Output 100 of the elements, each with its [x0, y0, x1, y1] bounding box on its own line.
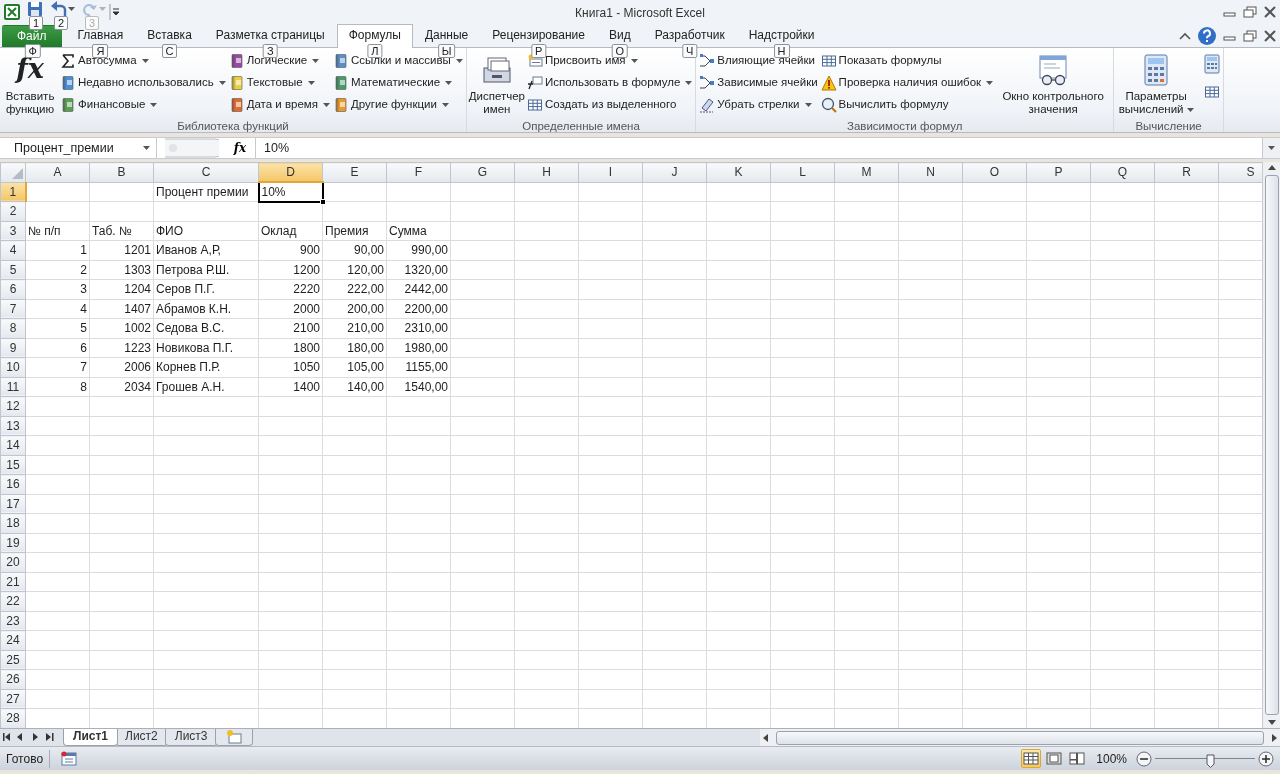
sheet-cell[interactable]: 2200,00: [386, 299, 451, 319]
ribbon-button[interactable]: Показать формулы: [819, 50, 995, 72]
dropdown-button[interactable]: Проверка наличия ошибок: [819, 72, 995, 94]
column-header[interactable]: C: [153, 162, 259, 182]
column-header[interactable]: O: [962, 162, 1027, 182]
ribbon-button[interactable]: Вычислить формулу: [819, 94, 995, 116]
sheet-cell[interactable]: 210,00: [322, 318, 387, 338]
sheet-cell[interactable]: 2100: [258, 318, 323, 338]
dropdown-button[interactable]: Убрать стрелки: [698, 94, 819, 116]
sheet-cell[interactable]: Корнев П.Р.: [153, 357, 259, 377]
scrollbar-thumb[interactable]: [776, 730, 1264, 745]
sheet-cell[interactable]: 6: [25, 338, 90, 358]
restore-icon[interactable]: [1243, 6, 1257, 18]
sheet-tab[interactable]: Лист3: [164, 729, 218, 746]
sheet-cell[interactable]: 140,00: [322, 377, 387, 397]
sheet-cell[interactable]: 3: [25, 279, 90, 299]
ribbon-tab[interactable]: Рецензирование: [480, 24, 597, 47]
sheet-cell[interactable]: 1303: [89, 260, 154, 280]
column-header[interactable]: B: [89, 162, 154, 182]
collapse-ribbon-icon[interactable]: [1179, 30, 1191, 41]
sheet-cell[interactable]: 7: [25, 357, 90, 377]
column-header[interactable]: R: [1154, 162, 1219, 182]
ribbon-tab[interactable]: Формулы: [336, 24, 413, 48]
sheet-cell[interactable]: 1980,00: [386, 338, 451, 358]
column-header[interactable]: G: [450, 162, 515, 182]
sheet-cell[interactable]: 180,00: [322, 338, 387, 358]
sheet-cell[interactable]: Сумма: [386, 221, 451, 241]
sheet-cell[interactable]: 1540,00: [386, 377, 451, 397]
column-header[interactable]: K: [706, 162, 771, 182]
expand-button[interactable]: [1262, 138, 1280, 158]
sheet-cell[interactable]: Иванов А,Р,: [153, 240, 259, 260]
sheet-cell[interactable]: Новикова П.Г.: [153, 338, 259, 358]
dropdown-button[interactable]: Использовать в формуле: [525, 72, 694, 94]
sheet-cell[interactable]: 222,00: [322, 279, 387, 299]
column-header[interactable]: J: [642, 162, 707, 182]
sheet-cell[interactable]: 8: [25, 377, 90, 397]
ribbon-tab[interactable]: Данные: [412, 24, 481, 47]
sheet-cell[interactable]: 2: [25, 260, 90, 280]
ribbon-tab[interactable]: Разметка страницы: [203, 24, 337, 47]
ribbon-button[interactable]: Диспетчер имен: [468, 50, 525, 118]
sheet-cell[interactable]: Седова В.С.: [153, 318, 259, 338]
sheet-cell[interactable]: Абрамов К.Н.: [153, 299, 259, 319]
sheet-cell[interactable]: 1320,00: [386, 260, 451, 280]
name-box[interactable]: Процент_премии: [0, 138, 157, 158]
ribbon-tab[interactable]: Разработчик: [642, 24, 737, 47]
sheet-cell[interactable]: 1002: [89, 318, 154, 338]
sheet-cell[interactable]: ФИО: [153, 221, 259, 241]
sheet-cell[interactable]: 2000: [258, 299, 323, 319]
sheet-cell[interactable]: 990,00: [386, 240, 451, 260]
zoom-in-icon[interactable]: [1258, 750, 1274, 767]
sheet-cell[interactable]: 1050: [258, 357, 323, 377]
sheet-cell[interactable]: 1407: [89, 299, 154, 319]
sheet-cell[interactable]: 200,00: [322, 299, 387, 319]
sheet-cell[interactable]: 1: [25, 240, 90, 260]
sheet-cell[interactable]: 1200: [258, 260, 323, 280]
insert-function-button[interactable]: fx: [225, 138, 255, 158]
sheet-cell[interactable]: 1155,00: [386, 357, 451, 377]
column-header[interactable]: H: [514, 162, 579, 182]
restore-icon[interactable]: [1243, 29, 1257, 42]
sheet-cell[interactable]: 1204: [89, 279, 154, 299]
help-icon[interactable]: [1197, 25, 1217, 46]
sheet-cell[interactable]: 1201: [89, 240, 154, 260]
column-header[interactable]: Q: [1090, 162, 1155, 182]
sheet-cell[interactable]: Таб. №: [89, 221, 154, 241]
sheet-tab[interactable]: Лист2: [115, 729, 168, 746]
sheet-cell[interactable]: 2220: [258, 279, 323, 299]
fill-handle[interactable]: [319, 198, 326, 205]
sheet-cell[interactable]: № п/п: [25, 221, 90, 241]
sheet-cell[interactable]: Петрова Р.Ш.: [153, 260, 259, 280]
dropdown-button[interactable]: Недавно использовались: [59, 72, 227, 94]
sheet-cell[interactable]: Оклад: [258, 221, 323, 241]
sheet-cell[interactable]: 120,00: [322, 260, 387, 280]
close-icon[interactable]: [1263, 6, 1277, 18]
column-header[interactable]: P: [1026, 162, 1091, 182]
column-header[interactable]: F: [386, 162, 451, 182]
macro-record-icon[interactable]: [60, 750, 79, 767]
sheet-cell[interactable]: 1400: [258, 377, 323, 397]
column-header[interactable]: I: [578, 162, 643, 182]
ribbon-button[interactable]: Окно контрольного значения: [995, 50, 1112, 118]
ribbon-tab[interactable]: Вид: [596, 24, 643, 47]
sheet-cell[interactable]: 1223: [89, 338, 154, 358]
sheet-cell[interactable]: 2034: [89, 377, 154, 397]
sheet-cell[interactable]: 900: [258, 240, 323, 260]
view-button[interactable]: [1067, 749, 1088, 768]
sheet-tab[interactable]: Лист1: [63, 729, 119, 746]
dropdown-button[interactable]: Дата и время: [227, 94, 331, 116]
zoom-out-icon[interactable]: [1136, 750, 1152, 767]
sheet-cell[interactable]: 105,00: [322, 357, 387, 377]
column-header[interactable]: M: [834, 162, 899, 182]
column-header[interactable]: E: [322, 162, 387, 182]
sheet-cell[interactable]: 2006: [89, 357, 154, 377]
column-header[interactable]: N: [898, 162, 963, 182]
column-header[interactable]: L: [770, 162, 835, 182]
sheet-cell[interactable]: 1800: [258, 338, 323, 358]
close-icon[interactable]: [1263, 29, 1277, 42]
dropdown-button[interactable]: Текстовые: [227, 72, 331, 94]
quick-access-button[interactable]: [49, 1, 77, 17]
ribbon-tab[interactable]: Вставка: [135, 24, 204, 47]
sheet-cell[interactable]: Грошев А.Н.: [153, 377, 259, 397]
ribbon-button[interactable]: Зависимые ячейки: [698, 72, 819, 94]
